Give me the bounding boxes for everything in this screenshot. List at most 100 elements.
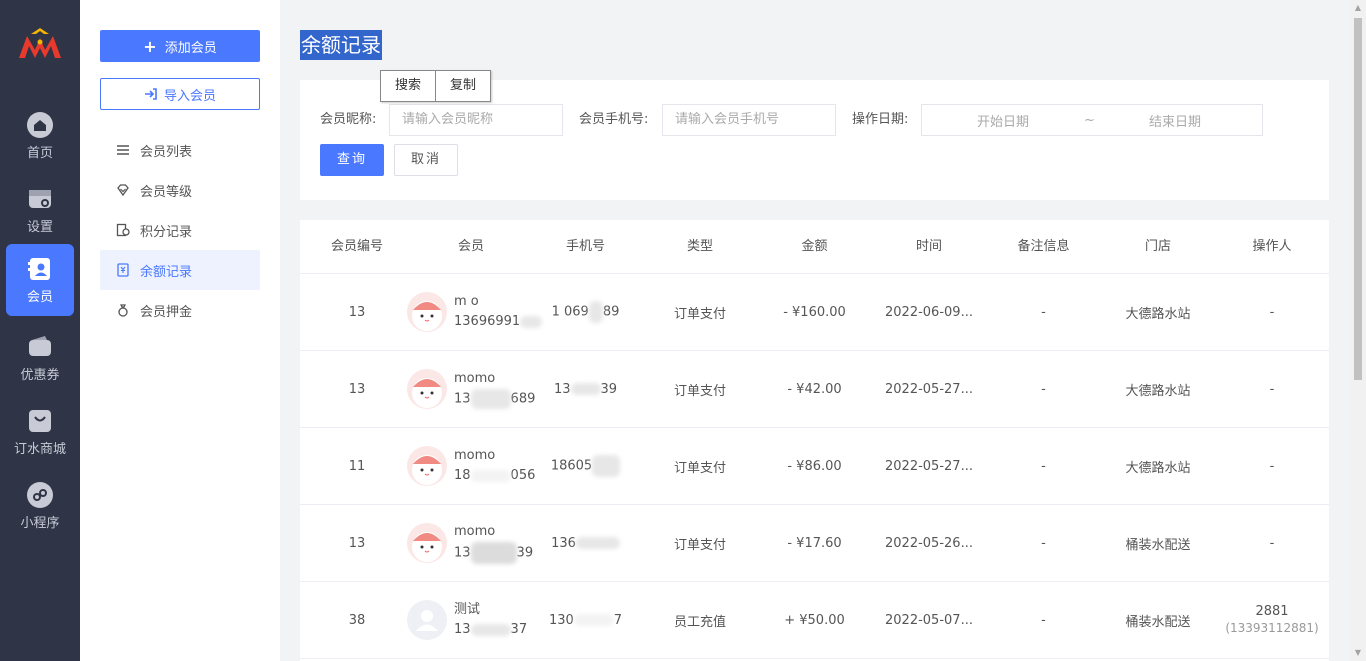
import-icon [144, 88, 157, 100]
nickname-label: 会员昵称: [320, 112, 377, 127]
nav-item-label: 小程序 [20, 516, 60, 531]
nav-rail: 首页 设置 会员 优惠券 订水商城 小程序 [0, 0, 80, 661]
query-button[interactable]: 查询 [320, 144, 384, 176]
avatar [407, 523, 447, 563]
masked-digits [588, 301, 603, 323]
amount-cell: - ¥86.00 [787, 458, 842, 474]
table-row: 13 m o 13696991 1 069 89 订单支付 - ¥160.00 2… [300, 274, 1329, 351]
page-scrollbar[interactable]: ▲ ▼ [1350, 0, 1366, 661]
table-row: 11 momo 18 056 18605 订单支付 - ¥86.00 2022-0… [300, 428, 1329, 505]
default-user-icon [416, 610, 438, 631]
start-date-input[interactable]: 开始日期 [922, 111, 1084, 130]
sidebar-item-label: 积分记录 [140, 224, 193, 240]
nav-item-member[interactable]: 会员 [6, 244, 74, 316]
member-cell: momo 13 689 [407, 369, 535, 410]
member-info: 测试 13 37 [454, 600, 527, 640]
member-name: m o [454, 294, 479, 309]
sidebar-item-label: 会员等级 [140, 184, 193, 200]
wallet-icon [29, 336, 51, 356]
sidebar-item-label: 余额记录 [140, 264, 193, 280]
member-sidebar: + 添加会员 导入会员 会员列表 会员等级 积分记录 余额记录 会员押金 [80, 0, 280, 661]
note-cell: - [1041, 304, 1046, 320]
phone-cell: 130 7 [548, 612, 623, 628]
balance-record-icon [117, 263, 129, 277]
column-header: 门店 [1144, 239, 1171, 254]
operator-cell: - [1269, 458, 1275, 474]
list-icon [117, 145, 129, 155]
import-member-label: 导入会员 [163, 88, 216, 104]
type-cell: 订单支付 [673, 306, 726, 322]
member-phone: 18 056 [454, 468, 536, 483]
amount-cell: + ¥50.00 [784, 612, 845, 628]
sidebar-item-points-record[interactable]: 积分记录 [100, 210, 260, 250]
operator-cell: - [1269, 381, 1275, 397]
amount-cell: - ¥160.00 [783, 304, 846, 320]
sidebar-item-balance-record[interactable]: 余额记录 [100, 250, 260, 290]
member-id-cell: 13 [348, 381, 366, 397]
add-member-button[interactable]: + 添加会员 [100, 30, 260, 62]
masked-digits [570, 383, 601, 395]
nav-item-coupon[interactable]: 优惠券 [6, 322, 74, 394]
nav-item-mall[interactable]: 订水商城 [6, 396, 74, 468]
avatar [407, 292, 447, 332]
diamond-icon [117, 184, 129, 197]
column-header: 备注信息 [1017, 239, 1070, 254]
cartoon-avatar-icon [412, 532, 442, 562]
masked-digits [470, 623, 511, 636]
phone-label: 会员手机号: [579, 112, 649, 127]
date-range-separator: ~ [1084, 112, 1095, 128]
member-phone: 13 39 [454, 542, 533, 564]
plus-icon: + [143, 36, 157, 56]
type-cell: 订单支付 [673, 537, 726, 553]
scroll-down-arrow-icon[interactable]: ▼ [1354, 649, 1362, 657]
member-cell: 测试 13 37 [407, 600, 528, 640]
end-date-input[interactable]: 结束日期 [1094, 111, 1256, 130]
member-info: m o 13696991 [454, 292, 543, 332]
member-name: momo [454, 370, 496, 386]
cancel-button[interactable]: 取消 [394, 144, 458, 176]
nav-item-label: 优惠券 [20, 368, 60, 383]
import-member-button[interactable]: 导入会员 [100, 78, 260, 110]
nickname-input[interactable]: 请输入会员昵称 [389, 104, 563, 136]
date-label: 操作日期: [852, 112, 909, 127]
phone-cell: 136 [528, 536, 643, 551]
scroll-up-arrow-icon[interactable]: ▲ [1354, 4, 1362, 12]
type-cell: 订单支付 [673, 460, 726, 476]
table-row: 13 momo 13 39 136 订单支付 - ¥17.60 2022-05-2… [300, 505, 1329, 582]
scrollbar-thumb[interactable] [1354, 18, 1362, 380]
sidebar-item-member-deposit[interactable]: 会员押金 [100, 290, 260, 330]
phone-input[interactable]: 请输入会员手机号 [662, 104, 836, 136]
column-header: 会员编号 [330, 239, 383, 254]
nav-item-miniprogram[interactable]: 小程序 [6, 470, 74, 542]
store-settings-icon [29, 190, 51, 208]
sidebar-item-member-list[interactable]: 会员列表 [100, 130, 260, 170]
member-id-cell: 13 [348, 304, 366, 320]
nav-item-label: 首页 [26, 146, 53, 161]
context-menu-copy[interactable]: 复制 [435, 71, 490, 101]
member-phone: 13 37 [454, 622, 528, 637]
masked-digits [470, 542, 517, 564]
phone-cell: 18605 [528, 455, 643, 477]
store-cell: 大德路水站 [1125, 460, 1191, 476]
masked-digits [470, 469, 511, 482]
masked-digits [575, 537, 620, 549]
date-range-picker[interactable]: 开始日期 ~ 结束日期 [921, 104, 1263, 136]
operator-cell: - [1269, 304, 1275, 320]
time-cell: 2022-06-09... [885, 304, 973, 320]
member-name: 测试 [454, 602, 481, 617]
add-member-label: 添加会员 [164, 40, 217, 56]
time-cell: 2022-05-27... [885, 458, 973, 474]
nav-item-label: 会员 [26, 290, 53, 305]
money-bag-icon [118, 304, 128, 317]
masked-digits [520, 315, 543, 328]
sidebar-item-member-level[interactable]: 会员等级 [100, 170, 260, 210]
member-name: momo [454, 524, 496, 539]
member-info: momo 18 056 [454, 446, 535, 486]
operator-cell: 2881 (13393112881) [1215, 604, 1329, 637]
context-menu-search[interactable]: 搜索 [381, 71, 435, 101]
nav-item-settings[interactable]: 设置 [6, 174, 74, 246]
nav-item-home[interactable]: 首页 [6, 100, 74, 172]
amount-cell: - ¥17.60 [787, 535, 842, 551]
member-cell: momo 18 056 [407, 446, 535, 486]
phone-cell: 1 069 89 [528, 301, 643, 323]
